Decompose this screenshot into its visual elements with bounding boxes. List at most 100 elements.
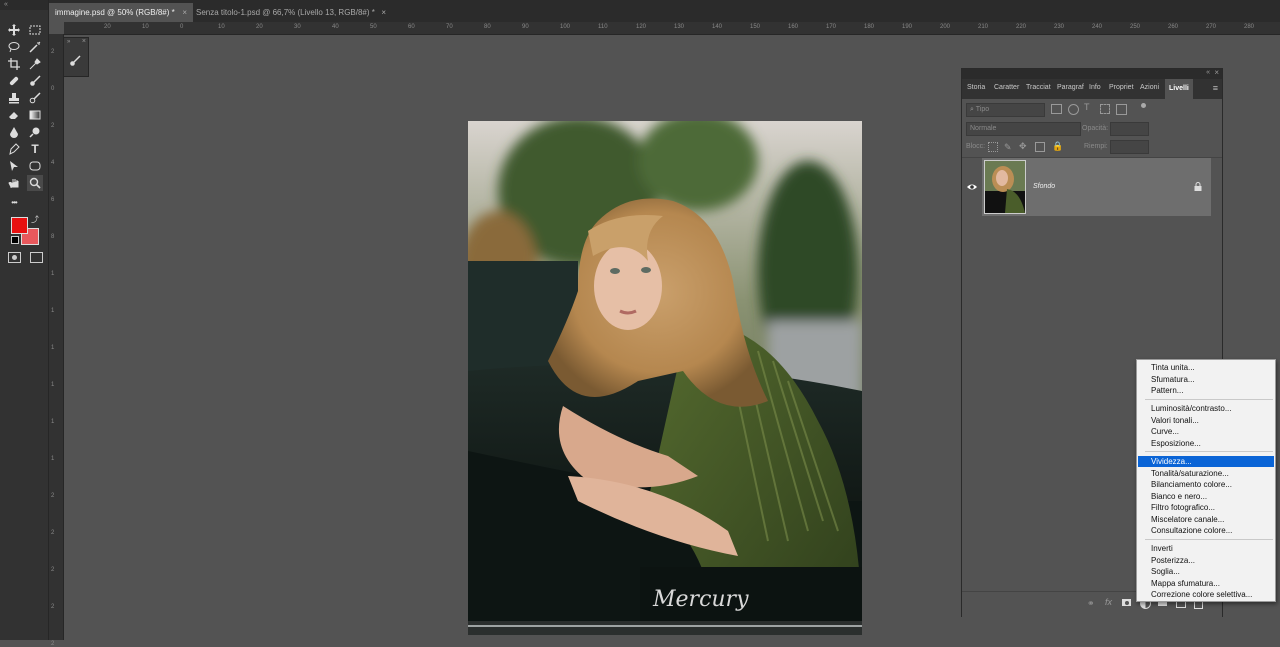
type-filter-icon[interactable]: T — [1084, 102, 1090, 112]
blend-mode-select[interactable]: Normale — [966, 122, 1081, 136]
marquee-icon[interactable] — [27, 22, 43, 38]
pixel-filter-icon[interactable] — [1051, 104, 1062, 114]
layer-row-sfondo[interactable]: Sfondo — [967, 158, 1211, 216]
panel-menu-icon[interactable]: ≡ — [1213, 83, 1218, 93]
menu-item-tonalita-saturazione[interactable]: Tonalità/saturazione... — [1138, 468, 1274, 479]
ruler-tick-label: 1 — [51, 456, 55, 462]
close-icon[interactable]: × — [381, 3, 386, 22]
menu-item-consultazione-colore[interactable]: Consultazione colore... — [1138, 525, 1274, 536]
quick-mask-icon[interactable] — [8, 252, 21, 263]
zoom-icon[interactable] — [27, 175, 43, 191]
lock-all-icon[interactable]: 🔒 — [1052, 141, 1063, 152]
tab-immagine[interactable]: immagine.psd @ 50% (RGB/8#) * × — [49, 3, 193, 22]
shape-icon[interactable] — [27, 158, 43, 174]
close-icon[interactable]: × — [182, 3, 187, 22]
tab-livelli[interactable]: Livelli — [1165, 79, 1193, 99]
move-icon[interactable] — [6, 22, 22, 38]
fx-icon[interactable]: fx — [1105, 597, 1112, 607]
screen-mode-icon[interactable] — [30, 252, 43, 263]
magic-wand-icon[interactable] — [27, 39, 43, 55]
menu-item-bilanciamento-colore[interactable]: Bilanciamento colore... — [1138, 479, 1274, 490]
collapse-icon[interactable]: « — [4, 1, 8, 8]
menu-item-curve[interactable]: Curve... — [1138, 426, 1274, 437]
smartobject-filter-icon[interactable] — [1116, 104, 1127, 115]
tab-info[interactable]: Info — [1089, 84, 1101, 91]
document-canvas[interactable]: Mercury — [468, 121, 862, 635]
menu-item-miscelatore-canale[interactable]: Miscelatore canale... — [1138, 514, 1274, 525]
ruler-tick-label: 20 — [256, 24, 263, 30]
menu-item-luminosita-contrasto[interactable]: Luminosità/contrasto... — [1138, 403, 1274, 414]
adjustment-layer-menu: Tinta unita... Sfumatura... Pattern... L… — [1136, 359, 1276, 602]
menu-item-posterizza[interactable]: Posterizza... — [1138, 555, 1274, 566]
tab-paragraf[interactable]: Paragraf — [1057, 84, 1084, 91]
tab-label: Senza titolo-1.psd @ 66,7% (Livello 13, … — [196, 8, 375, 17]
hand-icon[interactable] — [6, 175, 22, 191]
ruler-tick-label: 1 — [51, 308, 55, 314]
eyedropper-icon[interactable] — [27, 56, 43, 72]
shape-filter-icon[interactable] — [1100, 104, 1110, 114]
menu-item-valori-tonali[interactable]: Valori tonali... — [1138, 415, 1274, 426]
lock-transparent-icon[interactable] — [988, 142, 998, 152]
menu-item-soglia[interactable]: Soglia... — [1138, 566, 1274, 577]
menu-item-tinta-unita[interactable]: Tinta unita... — [1138, 362, 1274, 373]
swap-colors-icon[interactable]: ⤴ — [31, 214, 39, 225]
history-brush-icon[interactable] — [27, 90, 43, 106]
default-colors-icon[interactable] — [11, 236, 19, 244]
gradient-icon[interactable] — [27, 107, 43, 123]
close-icon[interactable]: × — [1214, 68, 1219, 77]
collapse-icon[interactable]: » — [67, 39, 70, 45]
tab-tracciat[interactable]: Tracciat — [1026, 84, 1051, 91]
ruler-tick-label: 140 — [712, 24, 723, 30]
blur-icon[interactable] — [6, 124, 22, 140]
tab-azioni[interactable]: Azioni — [1140, 84, 1159, 91]
lock-pixels-icon[interactable]: ✎ — [1004, 142, 1012, 153]
foreground-color-swatch[interactable] — [11, 217, 28, 234]
lock-artboard-icon[interactable] — [1035, 142, 1045, 152]
fill-input[interactable] — [1110, 140, 1149, 154]
clone-stamp-icon[interactable] — [6, 90, 22, 106]
healing-brush-icon[interactable] — [6, 73, 22, 89]
close-icon[interactable]: × — [82, 38, 86, 45]
dodge-icon[interactable] — [27, 124, 43, 140]
menu-item-bianco-e-nero[interactable]: Bianco e nero... — [1138, 491, 1274, 502]
filter-placeholder: Tipo — [975, 106, 990, 113]
lock-icon — [1194, 182, 1202, 191]
tab-propriet[interactable]: Propriet — [1109, 84, 1134, 91]
brush-preset-icon[interactable] — [68, 54, 82, 70]
ruler-tick-label: 2 — [51, 641, 55, 647]
menu-item-correzione-colore-selettiva[interactable]: Correzione colore selettiva... — [1138, 589, 1274, 600]
brush-icon[interactable] — [27, 73, 43, 89]
crop-icon[interactable] — [6, 56, 22, 72]
link-layers-icon[interactable]: ⚭ — [1087, 598, 1095, 609]
pen-icon[interactable] — [6, 141, 22, 157]
opacity-input[interactable] — [1110, 122, 1149, 136]
tab-storia[interactable]: Storia — [967, 84, 985, 91]
collapse-icon[interactable]: « — [1206, 69, 1210, 76]
menu-item-esposizione[interactable]: Esposizione... — [1138, 438, 1274, 449]
ruler-tick-label: 2 — [51, 604, 55, 610]
ruler-tick-label: 180 — [864, 24, 875, 30]
menu-item-filtro-fotografico[interactable]: Filtro fotografico... — [1138, 502, 1274, 513]
filter-toggle-icon[interactable] — [1141, 103, 1146, 108]
lock-position-icon[interactable]: ✥ — [1019, 141, 1027, 152]
path-select-icon[interactable] — [6, 158, 22, 174]
eraser-icon[interactable] — [6, 107, 22, 123]
lasso-icon[interactable] — [6, 39, 22, 55]
add-mask-icon[interactable] — [1122, 599, 1131, 606]
type-icon[interactable]: T — [27, 141, 43, 157]
lock-label: Blocc: — [966, 143, 986, 150]
ruler-tick-label: 160 — [788, 24, 799, 30]
layer-name[interactable]: Sfondo — [1033, 183, 1055, 190]
tool-preset-panel: » × — [63, 37, 89, 77]
eye-icon[interactable] — [967, 182, 977, 192]
menu-item-pattern[interactable]: Pattern... — [1138, 385, 1274, 396]
menu-item-vividezza[interactable]: Vividezza... — [1138, 456, 1274, 467]
menu-item-sfumatura[interactable]: Sfumatura... — [1138, 374, 1274, 385]
menu-item-inverti[interactable]: Inverti — [1138, 543, 1274, 554]
adjustment-filter-icon[interactable] — [1068, 104, 1079, 115]
tab-senza-titolo[interactable]: Senza titolo-1.psd @ 66,7% (Livello 13, … — [190, 3, 392, 22]
menu-item-mappa-sfumatura[interactable]: Mappa sfumatura... — [1138, 578, 1274, 589]
tab-caratter[interactable]: Caratter — [994, 84, 1019, 91]
more-tools-icon[interactable]: ••• — [6, 194, 22, 210]
filter-kind-input[interactable]: ⌕ Tipo — [966, 103, 1045, 117]
